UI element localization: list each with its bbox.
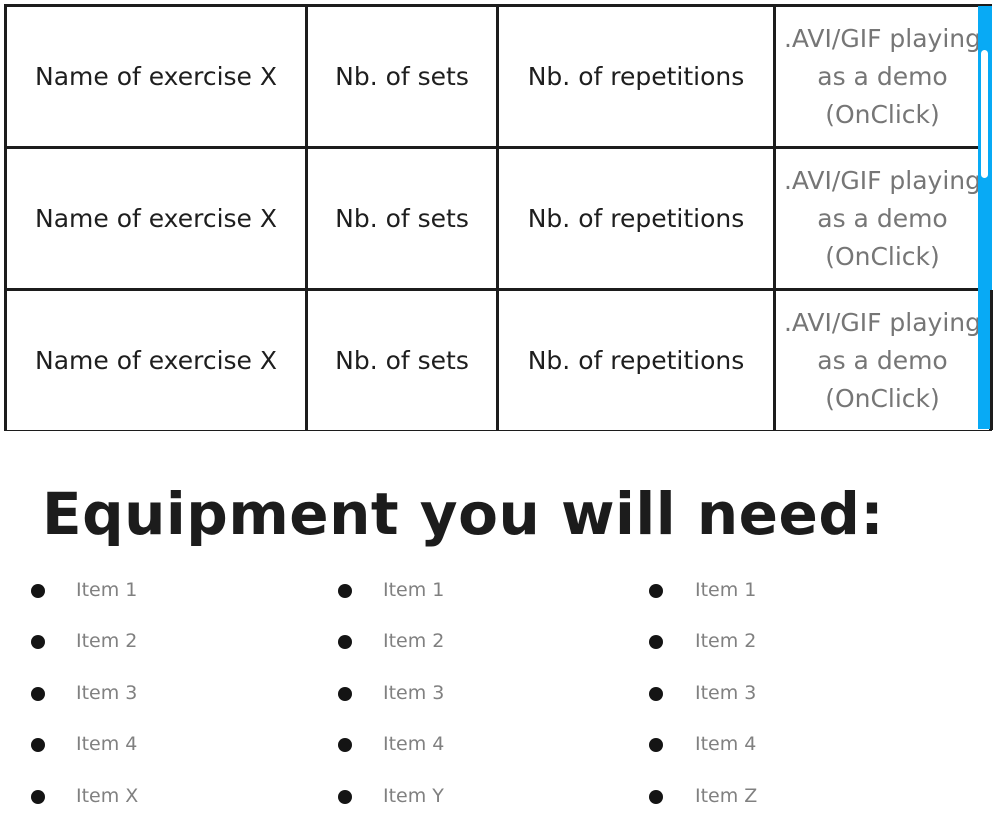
demo-text-line: as a demo	[817, 203, 948, 233]
equipment-item-label: Item X	[76, 784, 139, 807]
exercise-reps-cell: Nb. of repetitions	[496, 4, 776, 149]
exercise-row: Name of exercise X Nb. of sets Nb. of re…	[4, 146, 992, 291]
demo-text: .AVI/GIF playing as a demo (OnClick)	[778, 304, 988, 418]
bullet-icon	[338, 738, 352, 753]
bullet-icon	[649, 738, 663, 753]
bullet-icon	[31, 635, 45, 650]
exercise-name-cell: Name of exercise X	[4, 146, 308, 291]
bullet-icon	[649, 789, 663, 804]
demo-text-line: .AVI/GIF playing	[783, 23, 981, 53]
exercise-name-cell: Name of exercise X	[4, 288, 308, 431]
bullet-icon	[649, 584, 663, 598]
bullet-icon	[338, 789, 352, 804]
exercise-demo-cell[interactable]: .AVI/GIF playing as a demo (OnClick)	[773, 146, 992, 291]
demo-text: .AVI/GIF playing as a demo (OnClick)	[778, 20, 988, 134]
exercise-reps-cell: Nb. of repetitions	[496, 146, 776, 291]
bullet-icon	[31, 789, 45, 804]
exercise-sets-cell: Nb. of sets	[305, 146, 499, 291]
exercise-row: Name of exercise X Nb. of sets Nb. of re…	[4, 4, 992, 149]
table-right-border	[990, 290, 993, 430]
equipment-heading: Equipment you will need:	[42, 480, 885, 548]
exercise-demo-cell[interactable]: .AVI/GIF playing as a demo (OnClick)	[773, 4, 992, 149]
bullet-icon	[31, 686, 45, 701]
exercise-name-cell: Name of exercise X	[4, 4, 308, 149]
equipment-item-label: Item 4	[76, 733, 138, 756]
demo-text-line: (OnClick)	[825, 241, 940, 271]
equipment-item-label: Item 2	[695, 630, 757, 653]
exercise-table: Name of exercise X Nb. of sets Nb. of re…	[4, 4, 992, 431]
bullet-icon	[338, 584, 352, 598]
equipment-item-label: Item 1	[76, 579, 138, 601]
equipment-item-label: Item 1	[383, 579, 445, 601]
equipment-item-label: Item 3	[695, 681, 757, 704]
bullet-icon	[31, 584, 45, 598]
exercise-sets-cell: Nb. of sets	[305, 4, 499, 149]
exercise-reps-cell: Nb. of repetitions	[496, 288, 776, 431]
equipment-item-label: Item 3	[383, 681, 445, 704]
demo-text-line: as a demo	[817, 345, 948, 375]
scrollbar-thumb[interactable]	[981, 50, 988, 178]
demo-text: .AVI/GIF playing as a demo (OnClick)	[778, 162, 988, 276]
exercise-sets-cell: Nb. of sets	[305, 288, 499, 431]
equipment-item-label: Item 2	[383, 630, 445, 653]
exercise-row: Name of exercise X Nb. of sets Nb. of re…	[4, 288, 992, 431]
bullet-icon	[31, 738, 45, 753]
exercise-table-container: Name of exercise X Nb. of sets Nb. of re…	[4, 4, 992, 431]
equipment-item-label: Item 3	[76, 681, 138, 704]
demo-text-line: (OnClick)	[825, 99, 940, 129]
bullet-icon	[649, 635, 663, 650]
equipment-item-label: Item Z	[695, 784, 758, 807]
workout-page: Name of exercise X Nb. of sets Nb. of re…	[0, 0, 998, 819]
bullet-icon	[649, 686, 663, 701]
equipment-item-label: Item 2	[76, 630, 138, 653]
equipment-item-label: Item Y	[383, 784, 444, 807]
bullet-icon	[338, 635, 352, 650]
demo-text-line: .AVI/GIF playing	[783, 165, 981, 195]
demo-text-line: .AVI/GIF playing	[783, 307, 981, 337]
demo-text-line: as a demo	[817, 61, 948, 91]
equipment-item-label: Item 4	[383, 733, 445, 756]
equipment-item-label: Item 4	[695, 733, 757, 756]
demo-text-line: (OnClick)	[825, 383, 940, 413]
equipment-item-label: Item 1	[695, 579, 757, 601]
exercise-demo-cell[interactable]: .AVI/GIF playing as a demo (OnClick)	[773, 288, 992, 431]
bullet-icon	[338, 686, 352, 701]
